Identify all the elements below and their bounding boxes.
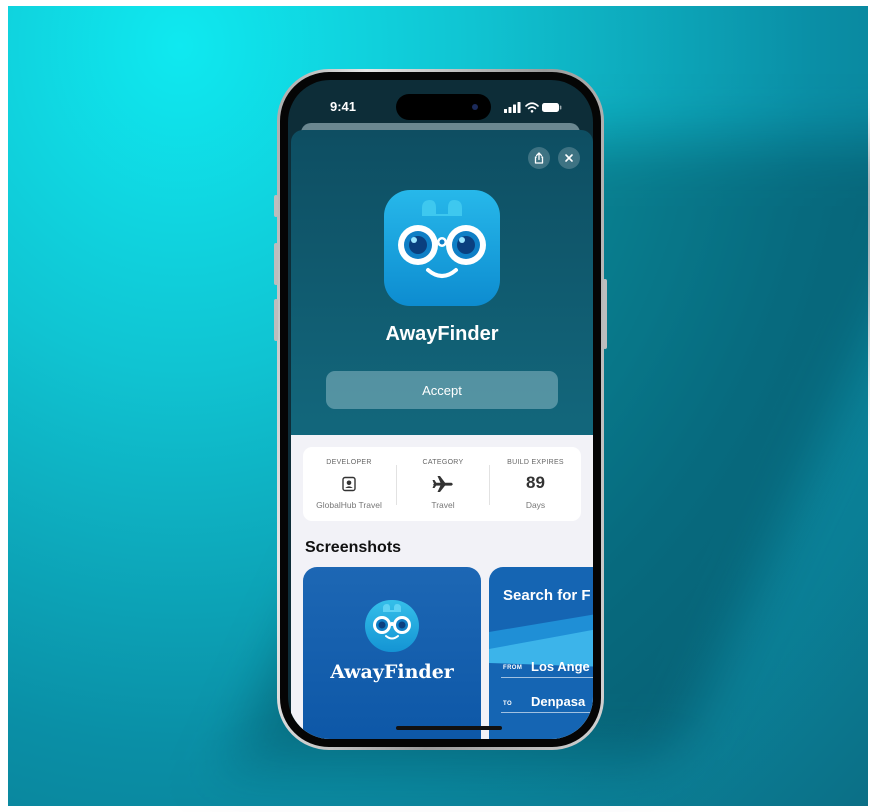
build-expires-info: BUILD EXPIRES 89 Days xyxy=(490,447,581,521)
close-button[interactable] xyxy=(558,147,580,169)
wifi-icon xyxy=(525,102,539,113)
category-title: CATEGORY xyxy=(422,459,464,466)
build-expires-title: BUILD EXPIRES xyxy=(507,459,564,466)
developer-title: DEVELOPER xyxy=(326,459,372,466)
from-value: Los Ange xyxy=(531,659,590,674)
share-button[interactable] xyxy=(528,147,550,169)
developer-info: DEVELOPER GlobalHub Travel xyxy=(303,447,395,521)
airplane-icon xyxy=(432,476,453,492)
phone-bezel: 9:41 AwayFinder Accept DEVELOPER GlobalH… xyxy=(280,72,601,747)
dynamic-island xyxy=(396,94,491,120)
build-expires-unit: Days xyxy=(525,500,546,510)
share-icon xyxy=(534,152,544,164)
home-indicator[interactable] xyxy=(396,726,502,730)
binoculars-face-icon xyxy=(373,604,411,640)
cellular-signal-icon xyxy=(504,102,521,113)
screenshot-2[interactable]: Search for F FROM Los Ange TO Denpasa xyxy=(489,567,593,739)
info-card: DEVELOPER GlobalHub Travel CATEGORY Trav… xyxy=(303,447,581,521)
volume-down-button xyxy=(274,299,278,341)
category-info: CATEGORY Travel xyxy=(397,447,489,521)
category-icon-wrap xyxy=(397,473,489,495)
status-time: 9:41 xyxy=(330,99,357,114)
phone-frame: 9:41 AwayFinder Accept DEVELOPER GlobalH… xyxy=(274,69,607,750)
camera-dot xyxy=(472,104,478,110)
developer-name: GlobalHub Travel xyxy=(316,500,382,510)
close-icon xyxy=(565,154,573,162)
developer-icon-wrap xyxy=(303,473,395,495)
app-name: AwayFinder xyxy=(385,323,499,345)
from-label: FROM xyxy=(503,665,523,671)
shot-app-name: AwayFinder xyxy=(330,661,454,683)
action-button xyxy=(274,195,278,217)
install-sheet: AwayFinder Accept DEVELOPER GlobalHub Tr… xyxy=(291,130,593,739)
power-button xyxy=(603,279,607,349)
build-expires-value: 89 xyxy=(526,473,545,492)
person-badge-icon xyxy=(342,476,356,492)
from-underline xyxy=(501,677,593,678)
to-value: Denpasa xyxy=(531,694,586,709)
screenshots-heading: Screenshots xyxy=(305,539,402,556)
category-name: Travel xyxy=(431,500,455,510)
accept-button[interactable]: Accept xyxy=(326,371,558,409)
status-bar: 9:41 xyxy=(288,80,593,128)
shot-app-icon xyxy=(365,600,419,652)
sheet-content: DEVELOPER GlobalHub Travel CATEGORY Trav… xyxy=(291,435,593,739)
to-underline xyxy=(501,712,593,713)
screenshot-1[interactable]: AwayFinder xyxy=(303,567,481,739)
volume-up-button xyxy=(274,243,278,285)
shot-heading: Search for F xyxy=(503,587,591,604)
binoculars-face-icon xyxy=(398,200,486,278)
battery-icon xyxy=(542,103,562,112)
to-label: TO xyxy=(503,701,513,707)
app-icon xyxy=(384,190,500,306)
phone-screen: 9:41 AwayFinder Accept DEVELOPER GlobalH… xyxy=(288,80,593,739)
status-icons xyxy=(504,102,562,113)
